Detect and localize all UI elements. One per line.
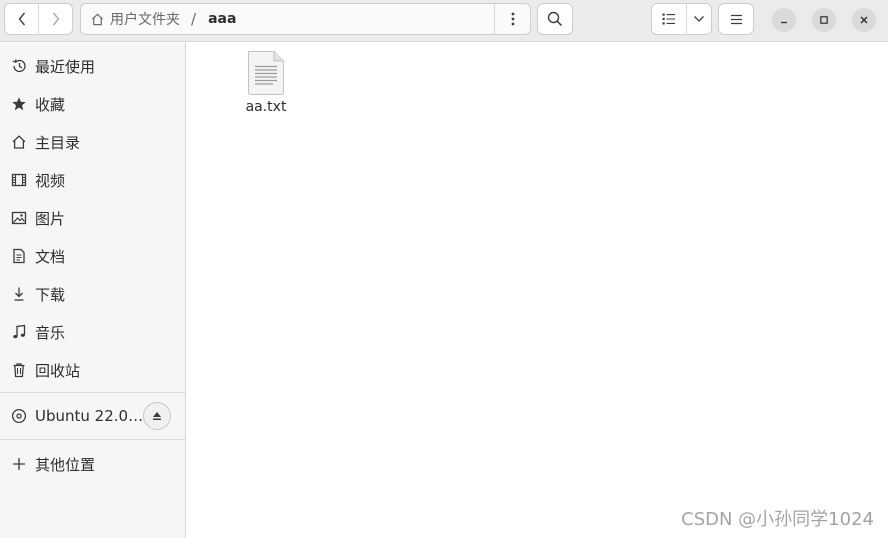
sidebar-item-starred[interactable]: 收藏 [0, 85, 185, 123]
sidebar-item-trash[interactable]: 回收站 [0, 351, 185, 389]
sidebar-item-label: 图片 [35, 209, 66, 228]
sidebar-item-label: 视频 [35, 171, 66, 190]
sidebar-item-music[interactable]: 音乐 [0, 313, 185, 351]
view-toggle-button[interactable] [651, 3, 687, 35]
header-bar: 用户文件夹 / aaa [0, 0, 888, 42]
home-icon [10, 134, 27, 151]
sidebar-item-documents[interactable]: 文档 [0, 237, 185, 275]
sidebar-item-other-locations[interactable]: 其他位置 [0, 445, 185, 483]
eject-icon [153, 412, 161, 420]
close-button[interactable] [852, 8, 876, 32]
video-icon [10, 172, 27, 189]
sidebar-item-label: 下载 [35, 285, 66, 304]
sidebar-item-downloads[interactable]: 下载 [0, 275, 185, 313]
maximize-icon [820, 16, 828, 24]
path-home-button[interactable]: 用户文件夹 [81, 4, 180, 34]
sidebar-item-pictures[interactable]: 图片 [0, 199, 185, 237]
sidebar-item-label: 其他位置 [35, 455, 96, 474]
sidebar-item-home[interactable]: 主目录 [0, 123, 185, 161]
main-menu-button[interactable] [718, 3, 754, 35]
document-icon [10, 248, 27, 265]
path-separator: / [191, 10, 197, 28]
search-icon [547, 11, 563, 27]
close-icon [860, 16, 868, 24]
chevron-down-icon [694, 16, 704, 22]
sidebar-item-label: 主目录 [35, 133, 81, 152]
sidebar-divider [0, 392, 185, 393]
forward-button[interactable] [38, 3, 73, 35]
sidebar-item-label: 最近使用 [35, 57, 96, 76]
download-icon [10, 286, 27, 303]
eject-button[interactable] [143, 402, 171, 430]
sidebar-item-label: 收藏 [35, 95, 66, 114]
sidebar-item-videos[interactable]: 视频 [0, 161, 185, 199]
list-view-icon [662, 13, 675, 25]
trash-icon [10, 362, 27, 379]
plus-icon [10, 456, 27, 473]
path-bar: 用户文件夹 / aaa [80, 3, 531, 35]
sidebar: 最近使用 收藏 主目录 视频 图片 文档 下载 音乐 回收站 Ubuntu 22… [0, 43, 186, 538]
file-view[interactable]: aa.txt CSDN @小孙同学1024 [187, 43, 888, 538]
minimize-icon [781, 21, 787, 24]
vertical-dots-icon [511, 12, 514, 26]
watermark: CSDN @小孙同学1024 [681, 509, 874, 530]
sidebar-item-label: 回收站 [35, 361, 81, 380]
chevron-left-icon [18, 12, 25, 26]
music-icon [10, 324, 27, 341]
sidebar-item-label: 文档 [35, 247, 66, 266]
recent-icon [10, 58, 27, 75]
path-home-label: 用户文件夹 [110, 12, 180, 28]
search-button[interactable] [537, 3, 573, 35]
chevron-right-icon [52, 12, 59, 26]
sidebar-item-recent[interactable]: 最近使用 [0, 47, 185, 85]
sidebar-item-label: Ubuntu 22.0… [35, 407, 144, 425]
minimize-button[interactable] [772, 8, 796, 32]
text-file-icon [248, 51, 284, 95]
disc-icon [10, 408, 27, 425]
maximize-button[interactable] [812, 8, 836, 32]
sidebar-divider [0, 439, 185, 440]
file-item[interactable]: aa.txt [233, 49, 299, 121]
file-name: aa.txt [245, 99, 287, 115]
path-current-folder[interactable]: aaa [208, 11, 236, 27]
home-icon [90, 12, 105, 27]
sidebar-item-label: 音乐 [35, 323, 66, 342]
view-options-button[interactable] [686, 3, 712, 35]
path-menu-button[interactable] [494, 4, 530, 34]
hamburger-menu-icon [730, 14, 742, 24]
sidebar-item-device[interactable]: Ubuntu 22.0… [0, 397, 185, 435]
picture-icon [10, 210, 27, 227]
back-button[interactable] [4, 3, 39, 35]
star-icon [10, 96, 27, 113]
